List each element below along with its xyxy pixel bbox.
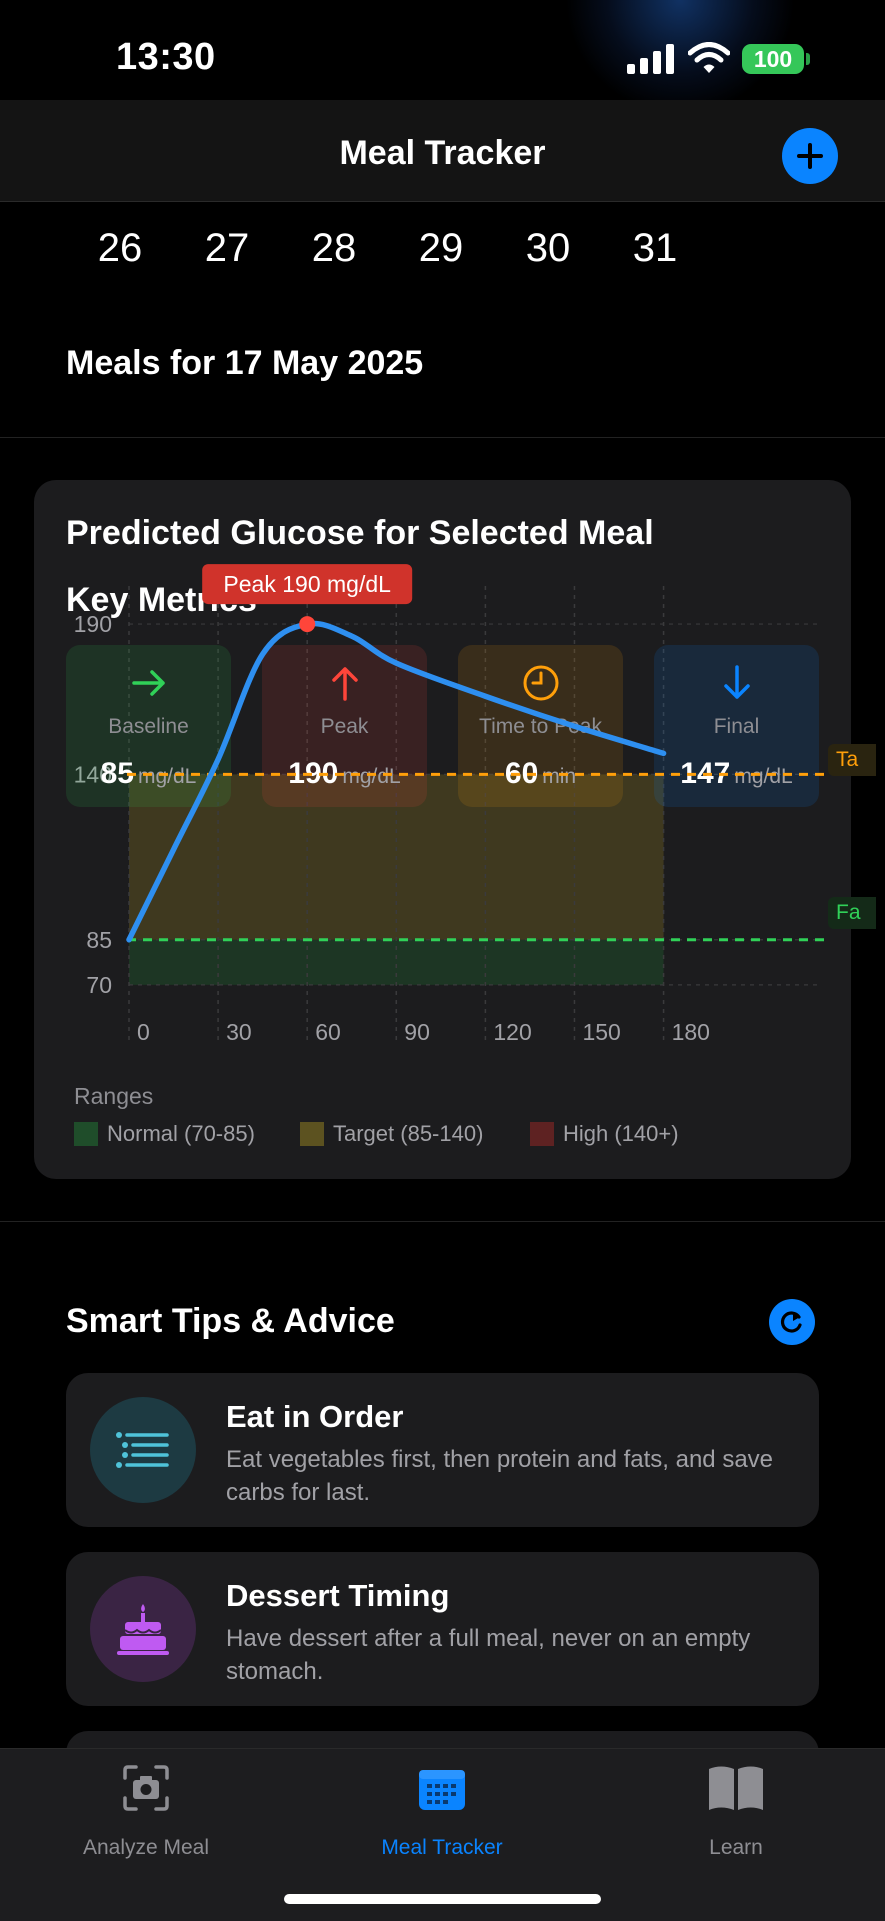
tip-title: Dessert Timing bbox=[226, 1578, 450, 1613]
tip-body: Eat vegetables first, then protein and f… bbox=[226, 1446, 774, 1506]
book-icon bbox=[646, 1764, 826, 1824]
legend-label: High (140+) bbox=[563, 1121, 679, 1146]
list-order-icon bbox=[90, 1397, 196, 1503]
tip-card[interactable]: Eat in Order Eat vegetables first, then … bbox=[66, 1373, 819, 1527]
legend-item-target: Target (85-140) bbox=[300, 1120, 483, 1148]
calendar-icon bbox=[352, 1764, 532, 1824]
tip-body: Have dessert after a full meal, never on… bbox=[226, 1625, 751, 1685]
legend-label: Normal (70-85) bbox=[107, 1121, 255, 1146]
tab-label: Analyze Meal bbox=[82, 1836, 210, 1859]
tips-heading: Smart Tips & Advice bbox=[66, 1302, 395, 1340]
divider bbox=[0, 1221, 885, 1222]
tab-label: Meal Tracker bbox=[381, 1836, 503, 1859]
cake-icon bbox=[90, 1576, 196, 1682]
tip-card[interactable]: Dessert Timing Have dessert after a full… bbox=[66, 1552, 819, 1706]
peak-callout-label: Peak 190 mg/dL bbox=[223, 571, 391, 597]
legend-swatch bbox=[300, 1122, 324, 1146]
target-line-label: Ta bbox=[828, 744, 876, 776]
glucose-chart-overlay: Peak 190 mg/dL bbox=[126, 564, 828, 943]
legend-swatch bbox=[74, 1122, 98, 1146]
refresh-icon bbox=[780, 1311, 802, 1333]
camera-icon bbox=[56, 1764, 236, 1824]
fasting-line-label: Fa bbox=[828, 897, 876, 929]
tab-label: Learn bbox=[709, 1836, 763, 1859]
legend-item-high: High (140+) bbox=[530, 1120, 679, 1148]
legend-label: Target (85-140) bbox=[333, 1121, 484, 1146]
glucose-series-line bbox=[126, 620, 667, 943]
refresh-tips-button[interactable] bbox=[769, 1299, 815, 1345]
tip-title: Eat in Order bbox=[226, 1399, 404, 1434]
ranges-label: Ranges bbox=[74, 1083, 154, 1109]
legend-swatch bbox=[530, 1122, 554, 1146]
peak-point bbox=[299, 616, 316, 633]
legend-item-normal: Normal (70-85) bbox=[74, 1120, 255, 1148]
home-indicator bbox=[284, 1894, 601, 1904]
